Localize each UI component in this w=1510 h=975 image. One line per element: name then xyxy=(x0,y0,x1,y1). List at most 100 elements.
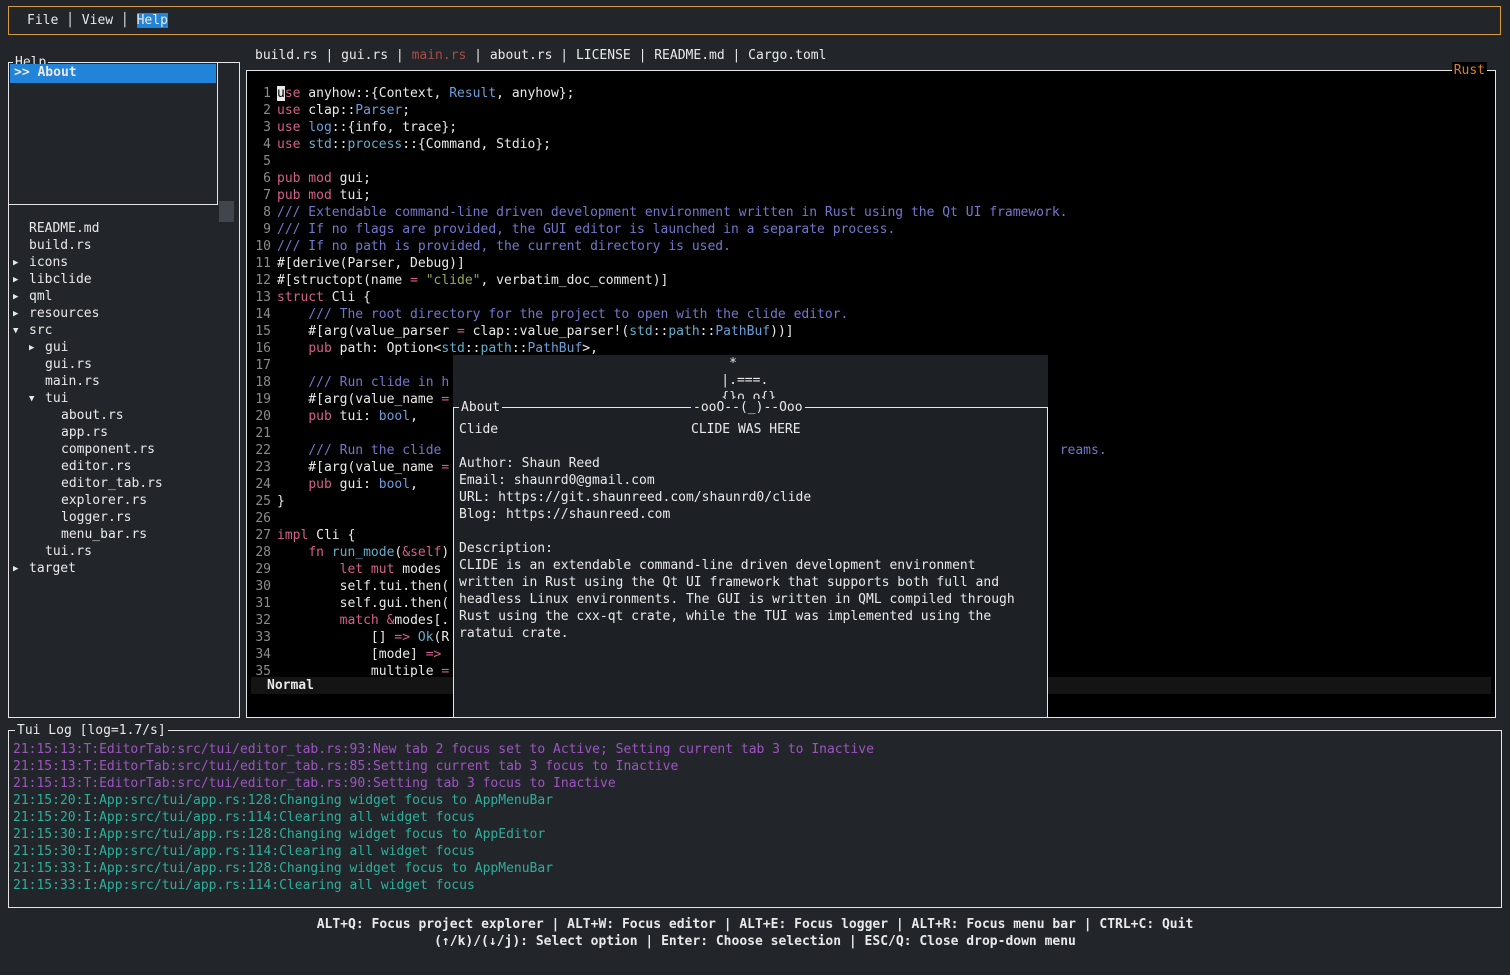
line-number: 20 xyxy=(255,408,271,425)
tree-item-resources[interactable]: ▶ resources xyxy=(9,305,237,322)
tree-item-tui[interactable]: ▼tui xyxy=(9,390,237,407)
tab-cargo.toml[interactable]: Cargo.toml xyxy=(748,48,826,63)
log-panel-title: Tui Log [log=1.7/s] xyxy=(15,722,168,739)
scrollbar-thumb[interactable] xyxy=(219,201,234,222)
about-popup-content: ClideCLIDE WAS HERE Author: Shaun ReedEm… xyxy=(459,421,1045,642)
tree-item-qml[interactable]: ▶qml xyxy=(9,288,237,305)
tree-item-label: src xyxy=(29,322,52,339)
popup-text-line: URL: https://git.shaunreed.com/shaunrd0/… xyxy=(459,489,1045,506)
tree-item-README-md[interactable]: README.md xyxy=(9,220,237,237)
line-number: 27 xyxy=(255,527,271,544)
code-line-4[interactable]: 4use std::process::{Command, Stdio}; xyxy=(255,136,1493,153)
tree-item-component-rs[interactable]: component.rs xyxy=(9,441,237,458)
chevron-collapsed-icon[interactable]: ▶ xyxy=(13,289,18,306)
line-number: 25 xyxy=(255,493,271,510)
log-entry-info: 21:15:20:I:App:src/tui/app.rs:128:Changi… xyxy=(13,792,1499,809)
log-entry-info: 21:15:30:I:App:src/tui/app.rs:114:Cleari… xyxy=(13,843,1499,860)
code-line-2[interactable]: 2use clap::Parser; xyxy=(255,102,1493,119)
chevron-collapsed-icon[interactable]: ▶ xyxy=(13,561,18,578)
code-line-8[interactable]: 8/// Extendable command-line driven deve… xyxy=(255,204,1493,221)
tree-item-label: README.md xyxy=(29,220,99,237)
menu-item-file[interactable]: File xyxy=(27,13,58,28)
tree-item-libclide[interactable]: ▶ libclide xyxy=(9,271,237,288)
tree-item-app-rs[interactable]: app.rs xyxy=(9,424,237,441)
tree-item-label: resources xyxy=(29,305,99,322)
tab-license[interactable]: LICENSE xyxy=(576,48,631,63)
tree-item-editor-rs[interactable]: editor.rs xyxy=(9,458,237,475)
line-number: 34 xyxy=(255,646,271,663)
tree-item-tui-rs[interactable]: tui.rs xyxy=(9,543,237,560)
tree-item-target[interactable]: ▶target xyxy=(9,560,237,577)
log-entry-info: 21:15:30:I:App:src/tui/app.rs:128:Changi… xyxy=(13,826,1499,843)
code-line-6[interactable]: 6pub mod gui; xyxy=(255,170,1493,187)
line-number: 1 xyxy=(255,85,271,102)
code-line-7[interactable]: 7pub mod tui; xyxy=(255,187,1493,204)
tree-item-gui-rs[interactable]: gui.rs xyxy=(9,356,237,373)
tab-gui.rs[interactable]: gui.rs xyxy=(341,48,388,63)
popup-text-line: written in Rust using the Qt UI framewor… xyxy=(459,574,1045,591)
popup-tagline-left: Clide xyxy=(459,422,498,437)
tab-readme.md[interactable]: README.md xyxy=(654,48,724,63)
line-number: 28 xyxy=(255,544,271,561)
code-line-15[interactable]: 15 #[arg(value_parser = clap::value_pars… xyxy=(255,323,1493,340)
chevron-collapsed-icon[interactable]: ▶ xyxy=(13,272,18,289)
popup-text-line: Email: shaunrd0@gmail.com xyxy=(459,472,1045,489)
log-entry-info: 21:15:20:I:App:src/tui/app.rs:114:Cleari… xyxy=(13,809,1499,826)
dropdown-item-about[interactable]: >> About xyxy=(10,64,216,83)
line-number: 23 xyxy=(255,459,271,476)
line-number: 24 xyxy=(255,476,271,493)
code-line-14[interactable]: 14 /// The root directory for the projec… xyxy=(255,306,1493,323)
code-line-1[interactable]: 1use anyhow::{Context, Result, anyhow}; xyxy=(255,85,1493,102)
line-number: 14 xyxy=(255,306,271,323)
popup-text-line: Description: xyxy=(459,540,1045,557)
popup-text-line: Author: Shaun Reed xyxy=(459,455,1045,472)
language-badge: Rust xyxy=(1452,62,1487,79)
footer-shortcuts-line2: (↑/k)/(↓/j): Select option | Enter: Choo… xyxy=(0,933,1510,950)
line-number: 16 xyxy=(255,340,271,357)
menu-item-view[interactable]: View xyxy=(82,13,113,28)
menu-item-help[interactable]: Help xyxy=(137,13,168,28)
tab-build.rs[interactable]: build.rs xyxy=(255,48,318,63)
tree-item-label: editor.rs xyxy=(61,458,131,475)
chevron-collapsed-icon[interactable]: ▶ xyxy=(13,255,18,272)
code-line-13[interactable]: 13struct Cli { xyxy=(255,289,1493,306)
tree-item-label: libclide xyxy=(29,271,92,288)
chevron-expanded-icon[interactable]: ▼ xyxy=(13,323,18,340)
tree-item-explorer-rs[interactable]: explorer.rs xyxy=(9,492,237,509)
chevron-collapsed-icon[interactable]: ▶ xyxy=(13,306,18,323)
line-number: 5 xyxy=(255,153,271,170)
code-line-5[interactable]: 5 xyxy=(255,153,1493,170)
tab-main.rs[interactable]: main.rs xyxy=(412,48,467,63)
chevron-expanded-icon[interactable]: ▼ xyxy=(29,391,34,408)
code-line-9[interactable]: 9/// If no flags are provided, the GUI e… xyxy=(255,221,1493,238)
code-line-10[interactable]: 10/// If no path is provided, the curren… xyxy=(255,238,1493,255)
popup-text-line xyxy=(459,523,1045,540)
tree-item-label: component.rs xyxy=(61,441,155,458)
tree-item-editor_tab-rs[interactable]: editor_tab.rs xyxy=(9,475,237,492)
tree-item-build-rs[interactable]: build.rs xyxy=(9,237,237,254)
log-entry-trace: 21:15:13:T:EditorTab:src/tui/editor_tab.… xyxy=(13,775,1499,792)
tree-item-label: menu_bar.rs xyxy=(61,526,147,543)
chevron-collapsed-icon[interactable]: ▶ xyxy=(29,340,34,357)
line-number: 29 xyxy=(255,561,271,578)
tree-item-about-rs[interactable]: about.rs xyxy=(9,407,237,424)
tree-item-label: gui xyxy=(45,339,68,356)
tree-item-gui[interactable]: ▶ gui xyxy=(9,339,237,356)
line-number: 22 xyxy=(255,442,271,459)
code-line-12[interactable]: 12#[structopt(name = "clide", verbatim_d… xyxy=(255,272,1493,289)
tree-item-menu_bar-rs[interactable]: menu_bar.rs xyxy=(9,526,237,543)
tab-about.rs[interactable]: about.rs xyxy=(490,48,553,63)
tree-item-src[interactable]: ▼ src xyxy=(9,322,237,339)
tree-item-logger-rs[interactable]: logger.rs xyxy=(9,509,237,526)
log-lines: 21:15:13:T:EditorTab:src/tui/editor_tab.… xyxy=(13,741,1499,894)
footer-shortcuts-line1: ALT+Q: Focus project explorer | ALT+W: F… xyxy=(0,916,1510,933)
tree-item-main-rs[interactable]: main.rs xyxy=(9,373,237,390)
tree-item-label: gui.rs xyxy=(45,356,92,373)
code-line-11[interactable]: 11#[derive(Parser, Debug)] xyxy=(255,255,1493,272)
tree-item-label: build.rs xyxy=(29,237,92,254)
code-line-3[interactable]: 3use log::{info, trace}; xyxy=(255,119,1493,136)
menu-bar: File │ View │ Help xyxy=(8,6,1501,35)
tree-item-icons[interactable]: ▶icons xyxy=(9,254,237,271)
tree-item-label: app.rs xyxy=(61,424,108,441)
line-number: 11 xyxy=(255,255,271,272)
